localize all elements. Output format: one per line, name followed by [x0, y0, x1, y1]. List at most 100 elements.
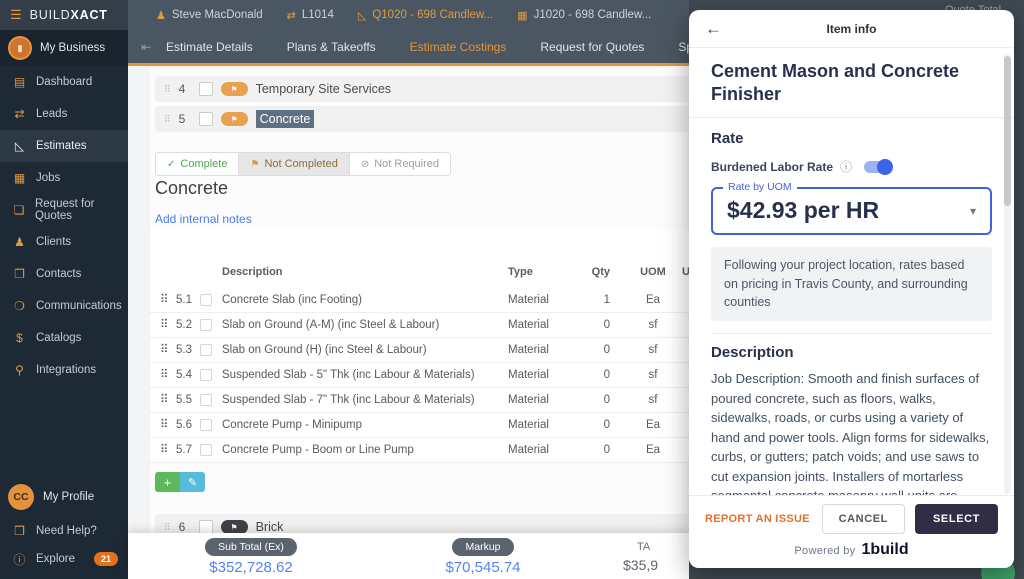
row-checkbox[interactable]	[200, 344, 212, 356]
row-checkbox[interactable]	[200, 369, 212, 381]
filter-label: Complete	[180, 158, 227, 170]
drag-handle-icon[interactable]: ⠿	[160, 388, 168, 413]
rate-section: Rate Burdened Labor Rate ⓘ Rate by UOM $…	[689, 118, 1014, 334]
brand-suffix: XACT	[70, 8, 107, 22]
row-checkbox[interactable]	[200, 444, 212, 456]
row-description: Slab on Ground (H) (inc Steel & Labour)	[222, 338, 427, 363]
sidebar-item-estimates[interactable]: ◺Estimates	[0, 130, 128, 162]
drag-handle-icon[interactable]: ⠿	[160, 288, 168, 313]
row-type: Material	[508, 438, 549, 463]
sidebar-item-integrations[interactable]: ⚲Integrations	[0, 354, 128, 386]
tab-request-for-quotes[interactable]: Request for Quotes	[540, 40, 644, 54]
hamburger-menu-icon[interactable]: ☰	[10, 7, 22, 23]
row-uom: sf	[631, 363, 675, 388]
tab-plans-takeoffs[interactable]: Plans & Takeoffs	[287, 40, 376, 54]
drag-handle-icon[interactable]: ⠿	[160, 313, 168, 338]
group-checkbox[interactable]	[199, 82, 213, 96]
sidebar-item-request-for-quotes[interactable]: ❏Request for Quotes	[0, 194, 128, 226]
subtotal-badge: Sub Total (Ex)	[205, 538, 297, 556]
table-row[interactable]: ⠿5.3Slab on Ground (H) (inc Steel & Labo…	[150, 338, 689, 363]
collapse-sidebar-icon[interactable]: ⇤	[141, 40, 151, 54]
table-row[interactable]: ⠿5.4Suspended Slab - 5" Thk (inc Labour …	[150, 363, 689, 388]
burdened-rate-toggle[interactable]	[864, 161, 891, 173]
sidebar-item-catalogs[interactable]: $Catalogs	[0, 322, 128, 354]
panel-scrollbar-thumb[interactable]	[1004, 56, 1011, 206]
row-qty: 0	[570, 388, 610, 413]
header-description: Description	[222, 266, 283, 278]
logo-area: ☰ BUILDXACT	[0, 0, 128, 30]
topbar-lead-ref[interactable]: ⇄L1014	[287, 9, 334, 22]
row-number: 5.1	[176, 288, 192, 313]
tab-estimate-details[interactable]: Estimate Details	[166, 40, 253, 54]
cancel-button[interactable]: CANCEL	[822, 504, 905, 534]
row-number: 5.7	[176, 438, 192, 463]
sidebar-item-clients[interactable]: ♟Clients	[0, 226, 128, 258]
sidebar-item-dashboard[interactable]: ▤Dashboard	[0, 66, 128, 98]
rate-select-label: Rate by UOM	[723, 181, 797, 193]
row-uom: Ea	[631, 438, 675, 463]
back-arrow-icon[interactable]: ←	[705, 20, 722, 37]
header-uom: UOM	[631, 266, 675, 278]
group-row-5[interactable]: ⠿ 5 ⚑ Concrete	[155, 106, 689, 132]
filter-not-completed[interactable]: ⚑Not Completed	[239, 153, 349, 175]
sidebar-item-explore[interactable]: ⓘExplore21	[0, 545, 128, 573]
table-row[interactable]: ⠿5.2Slab on Ground (A-M) (inc Steel & La…	[150, 313, 689, 338]
sidebar-item-label: Communications	[36, 300, 122, 312]
select-button[interactable]: SELECT	[915, 504, 998, 534]
row-number: 5.2	[176, 313, 192, 338]
plus-icon: +	[164, 475, 172, 490]
filter-not-required[interactable]: ⊘Not Required	[350, 153, 450, 175]
sidebar-business[interactable]: ▮ My Business	[0, 30, 128, 66]
group-checkbox[interactable]	[199, 520, 213, 534]
add-row-button[interactable]: +	[155, 472, 180, 492]
drag-handle-icon[interactable]: ⠿	[160, 338, 168, 363]
add-internal-notes-link[interactable]: Add internal notes	[155, 212, 252, 226]
row-description: Suspended Slab - 7" Thk (inc Labour & Ma…	[222, 388, 475, 413]
rate-by-uom-select[interactable]: Rate by UOM $42.93 per HR ▾	[711, 187, 992, 235]
sidebar-item-label: Clients	[36, 236, 71, 248]
integrations-icon: ⚲	[12, 363, 27, 377]
communications-icon: ❍	[12, 299, 27, 313]
group-number: 6	[179, 520, 191, 534]
topbar-quote-label: Q1020 - 698 Candlew...	[372, 9, 493, 21]
drag-handle-icon[interactable]: ⠿	[160, 363, 168, 388]
main-content: ⠿ 4 ⚑ Temporary Site Services ⠿ 5 ⚑ Conc…	[150, 66, 689, 579]
topbar-quote-ref[interactable]: ◺Q1020 - 698 Candlew...	[358, 9, 493, 22]
row-checkbox[interactable]	[200, 394, 212, 406]
row-checkbox[interactable]	[200, 319, 212, 331]
drag-handle-icon[interactable]: ⠿	[160, 413, 168, 438]
row-number: 5.6	[176, 413, 192, 438]
drag-handle-icon[interactable]: ⠿	[164, 114, 171, 125]
sidebar-item-need-help[interactable]: ❒Need Help?	[0, 517, 128, 545]
section-title: Concrete	[155, 178, 228, 199]
topbar-user[interactable]: ♟Steve MacDonald	[156, 9, 263, 22]
table-row[interactable]: ⠿5.5Suspended Slab - 7" Thk (inc Labour …	[150, 388, 689, 413]
group-row-4[interactable]: ⠿ 4 ⚑ Temporary Site Services	[155, 76, 689, 102]
edit-rows-button[interactable]: ✎	[180, 472, 205, 492]
info-icon[interactable]: ⓘ	[840, 158, 852, 175]
sidebar-item-leads[interactable]: ⇄Leads	[0, 98, 128, 130]
tab-estimate-costings[interactable]: Estimate Costings	[410, 40, 507, 54]
topbar-job-ref[interactable]: ▦J1020 - 698 Candlew...	[517, 9, 651, 22]
drag-handle-icon[interactable]: ⠿	[160, 438, 168, 463]
drag-handle-icon[interactable]: ⠿	[164, 522, 171, 533]
sidebar-item-communications[interactable]: ❍ Communications	[0, 290, 128, 322]
sidebar-item-contacts[interactable]: ❐Contacts	[0, 258, 128, 290]
table-row[interactable]: ⠿5.1Concrete Slab (inc Footing)Material1…	[150, 288, 689, 313]
table-row[interactable]: ⠿ 5.7 Concrete Pump - Boom or Line Pump Mat…	[150, 438, 689, 463]
group-checkbox[interactable]	[199, 112, 213, 126]
panel-footer: REPORT AN ISSUE CANCEL SELECT	[689, 495, 1014, 538]
group-status-badge: ⚑	[221, 520, 248, 534]
sidebar-item-my-profile[interactable]: CCMy Profile	[0, 477, 128, 517]
calendar-icon: ▦	[517, 9, 527, 22]
report-an-issue-link[interactable]: REPORT AN ISSUE	[705, 513, 810, 525]
row-uom: sf	[631, 388, 675, 413]
row-checkbox[interactable]	[200, 294, 212, 306]
drag-handle-icon[interactable]: ⠿	[164, 84, 171, 95]
table-row[interactable]: ⠿5.6Concrete Pump - MinipumpMaterial0Ea	[150, 413, 689, 438]
row-description: Concrete Pump - Boom or Line Pump	[222, 438, 414, 463]
row-checkbox[interactable]	[200, 419, 212, 431]
filter-complete[interactable]: ✓Complete	[156, 153, 239, 175]
sidebar-item-label: Contacts	[36, 268, 81, 280]
sidebar-item-jobs[interactable]: ▦Jobs	[0, 162, 128, 194]
